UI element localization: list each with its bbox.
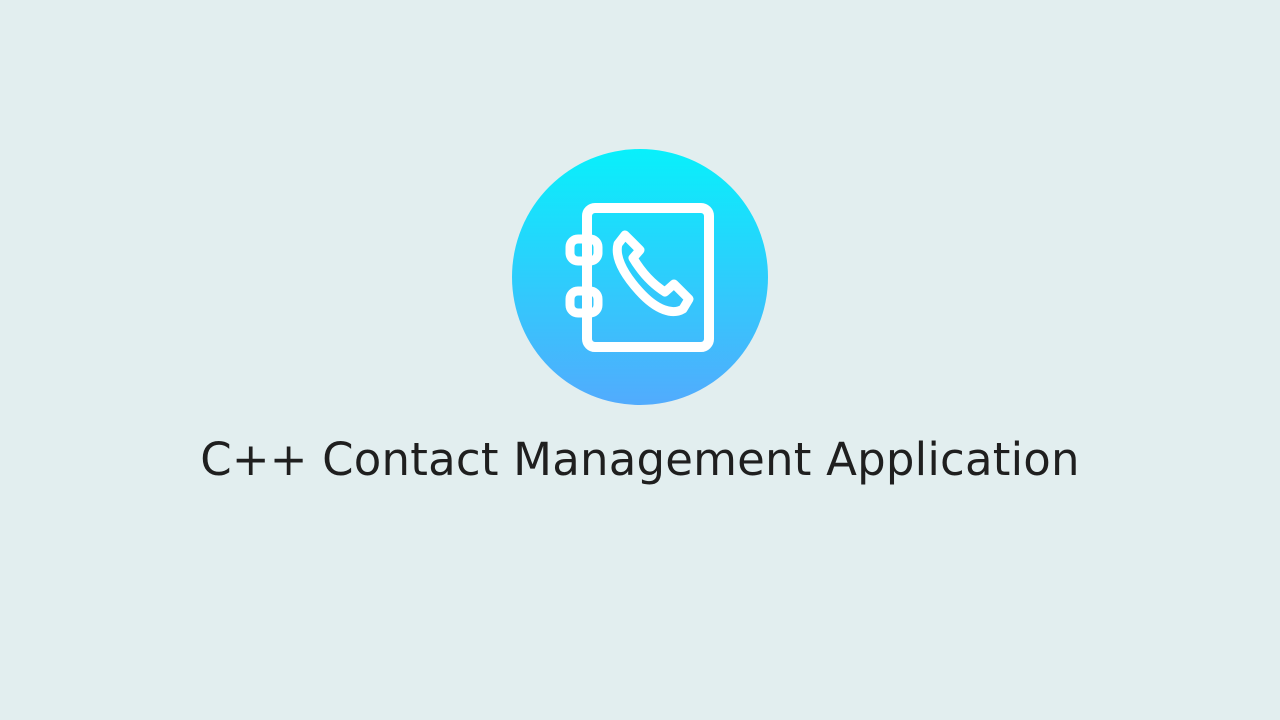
address-book-phone-icon: [565, 203, 714, 352]
page-title: C++ Contact Management Application: [200, 433, 1080, 486]
app-logo: [512, 149, 768, 405]
